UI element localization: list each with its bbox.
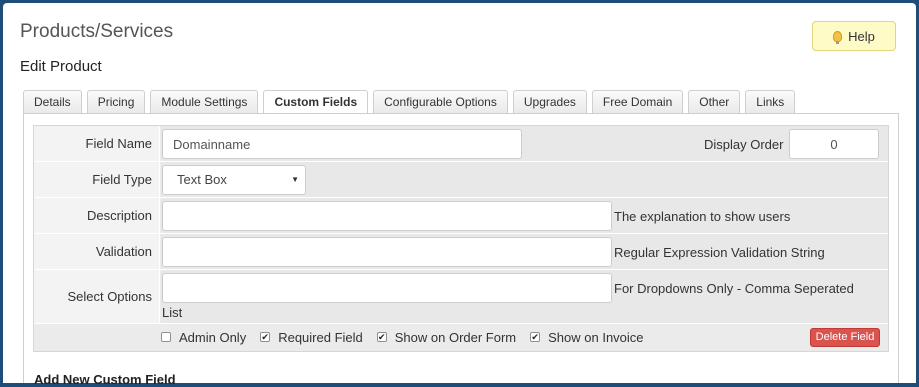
help-button-label: Help bbox=[848, 28, 875, 44]
field-type-select[interactable]: Text Box ▼ bbox=[162, 165, 306, 195]
field-name-row: Field Name Display Order bbox=[34, 126, 888, 162]
admin-only-label: Admin Only bbox=[179, 329, 247, 345]
checkbox-unchecked-icon bbox=[161, 332, 171, 342]
checkbox-checked-icon: ✔ bbox=[376, 332, 387, 342]
tab-other[interactable]: Other bbox=[688, 90, 741, 114]
field-name-input[interactable] bbox=[162, 129, 522, 159]
tab-free-domain[interactable]: Free Domain bbox=[591, 90, 684, 114]
validation-label: Validation bbox=[34, 234, 160, 269]
description-area: The explanation to show users bbox=[161, 198, 888, 233]
validation-hint: Regular Expression Validation String bbox=[614, 245, 825, 260]
select-options-hint: For Dropdowns Only - Comma Seperated bbox=[614, 281, 854, 296]
select-options-row: Select Options For Dropdowns Only - Comm… bbox=[34, 270, 888, 324]
field-type-area: Text Box ▼ bbox=[161, 162, 888, 197]
field-type-label: Field Type bbox=[34, 162, 160, 197]
display-order-label: Display Order bbox=[704, 137, 784, 152]
select-options-hint-wrap: List bbox=[162, 305, 183, 320]
validation-area: Regular Expression Validation String bbox=[161, 234, 888, 269]
page-title: Products/Services bbox=[20, 21, 174, 42]
tab-module-settings[interactable]: Module Settings bbox=[150, 90, 259, 114]
validation-input[interactable] bbox=[162, 237, 612, 267]
section-title: Edit Product bbox=[20, 58, 102, 75]
tab-configurable-options[interactable]: Configurable Options bbox=[373, 90, 508, 114]
tab-pricing[interactable]: Pricing bbox=[86, 90, 146, 114]
delete-field-button[interactable]: Delete Field bbox=[810, 328, 880, 347]
field-type-value: Text Box bbox=[177, 172, 227, 187]
tab-upgrades[interactable]: Upgrades bbox=[512, 90, 587, 114]
field-name-label: Field Name bbox=[34, 126, 160, 161]
select-options-area: For Dropdowns Only - Comma Seperated Lis… bbox=[161, 270, 888, 323]
field-options-checkboxes: Admin Only ✔ Required Field ✔ Show on Or… bbox=[161, 325, 658, 349]
main-panel: Products/Services Help Edit Product Deta… bbox=[3, 3, 916, 387]
show-on-invoice-label: Show on Invoice bbox=[548, 329, 644, 345]
lightbulb-icon bbox=[833, 30, 843, 44]
required-field-label: Required Field bbox=[278, 329, 363, 345]
display-order-input[interactable] bbox=[789, 129, 879, 159]
description-row: Description The explanation to show user… bbox=[34, 198, 888, 234]
validation-row: Validation Regular Expression Validation… bbox=[34, 234, 888, 270]
help-button[interactable]: Help bbox=[812, 21, 896, 51]
required-field-checkbox[interactable]: ✔ Required Field bbox=[260, 330, 363, 345]
description-hint: The explanation to show users bbox=[614, 209, 791, 224]
description-input[interactable] bbox=[162, 201, 612, 231]
select-options-label: Select Options bbox=[34, 270, 160, 323]
tab-details[interactable]: Details bbox=[23, 90, 82, 114]
admin-only-checkbox[interactable]: Admin Only bbox=[161, 330, 246, 345]
field-name-area: Display Order bbox=[161, 126, 888, 161]
tab-custom-fields[interactable]: Custom Fields bbox=[263, 90, 369, 115]
description-label: Description bbox=[34, 198, 160, 233]
checkbox-checked-icon: ✔ bbox=[530, 332, 541, 342]
field-type-row: Field Type Text Box ▼ bbox=[34, 162, 888, 198]
caret-down-icon: ▼ bbox=[291, 175, 299, 184]
tab-bar: Details Pricing Module Settings Custom F… bbox=[23, 90, 796, 115]
show-on-order-form-checkbox[interactable]: ✔ Show on Order Form bbox=[376, 329, 517, 345]
checkbox-checked-icon: ✔ bbox=[260, 332, 271, 342]
select-options-input[interactable] bbox=[162, 273, 612, 303]
show-on-order-form-label: Show on Order Form bbox=[394, 329, 517, 345]
show-on-invoice-checkbox[interactable]: ✔ Show on Invoice bbox=[530, 329, 644, 345]
custom-field-form: Field Name Display Order Field Type Text… bbox=[33, 125, 889, 352]
tab-content: Field Name Display Order Field Type Text… bbox=[23, 113, 899, 387]
tab-links[interactable]: Links bbox=[745, 90, 796, 114]
